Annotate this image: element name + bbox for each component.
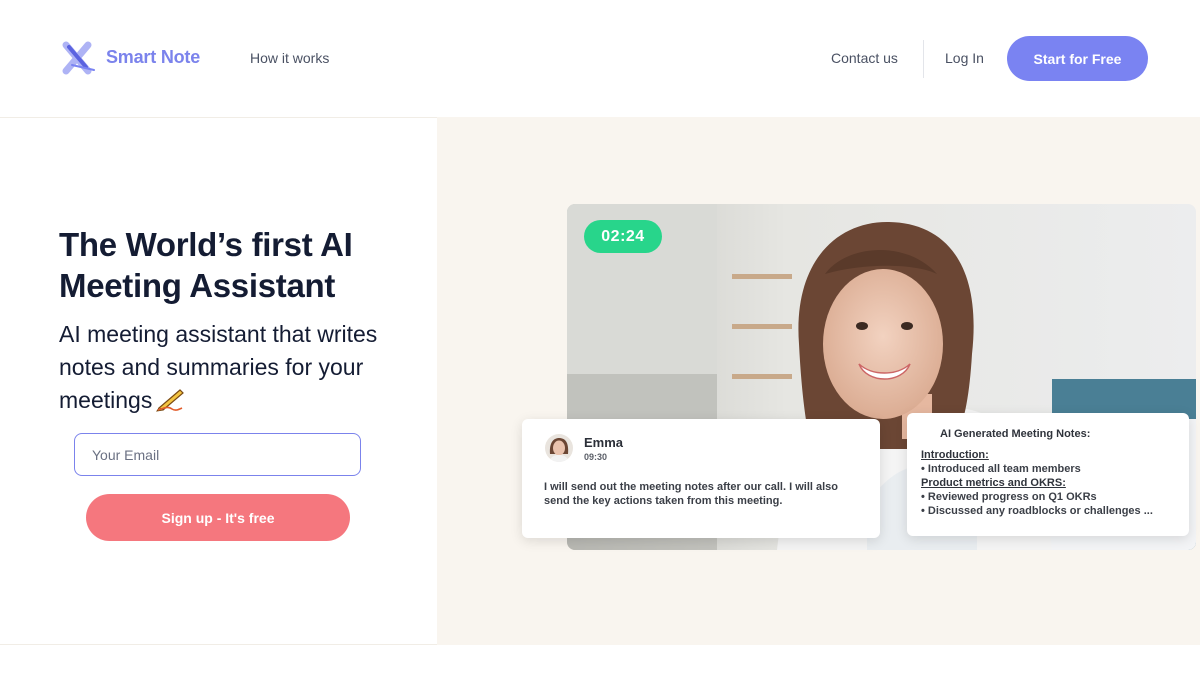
chat-timestamp: 09:30: [584, 452, 608, 462]
notes-section-heading: Product metrics and OKRS:: [921, 477, 1066, 489]
smart-note-logo-icon: [62, 41, 95, 75]
chat-sender-name: Emma: [584, 435, 624, 450]
notes-section-heading: Introduction:: [921, 449, 989, 461]
nav-divider: [923, 40, 924, 78]
notes-list-item: • Discussed any roadblocks or challenges…: [921, 505, 1153, 517]
notes-item-text: Introduced all team members: [927, 463, 1081, 475]
notes-title: AI Generated Meeting Notes:: [940, 428, 1091, 440]
notes-body: Introduction: • Introduced all team memb…: [921, 448, 1183, 518]
nav-contact-us[interactable]: Contact us: [831, 50, 898, 66]
email-input[interactable]: [74, 433, 361, 476]
notes-list-item: • Introduced all team members: [921, 463, 1081, 475]
ai-notes-card: AI Generated Meeting Notes: Introduction…: [907, 413, 1189, 536]
meeting-timer: 02:24: [584, 220, 662, 253]
writing-hand-icon: [156, 389, 185, 412]
signup-button[interactable]: Sign up - It's free: [86, 494, 350, 541]
chat-message-card: Emma 09:30 I will send out the meeting n…: [522, 419, 880, 538]
site-header: Smart Note How it works Contact us Log I…: [0, 0, 1200, 117]
hero-subtitle-text: AI meeting assistant that writes notes a…: [59, 321, 378, 413]
emma-avatar: [545, 434, 573, 462]
brand-logo[interactable]: Smart Note: [58, 37, 200, 77]
notes-item-text: Discussed any roadblocks or challenges .…: [927, 505, 1153, 517]
brand-name: Smart Note: [106, 46, 201, 67]
notes-list-item: • Reviewed progress on Q1 OKRs: [921, 491, 1097, 503]
hero-subtitle: AI meeting assistant that writes notes a…: [59, 318, 399, 417]
hero-title: The World’s first AI Meeting Assistant: [59, 226, 353, 304]
start-for-free-button[interactable]: Start for Free: [1007, 36, 1148, 81]
nav-how-it-works[interactable]: How it works: [250, 50, 329, 66]
chat-message-text: I will send out the meeting notes after …: [544, 481, 838, 507]
nav-log-in[interactable]: Log In: [945, 50, 984, 66]
notes-item-text: Reviewed progress on Q1 OKRs: [927, 491, 1097, 503]
